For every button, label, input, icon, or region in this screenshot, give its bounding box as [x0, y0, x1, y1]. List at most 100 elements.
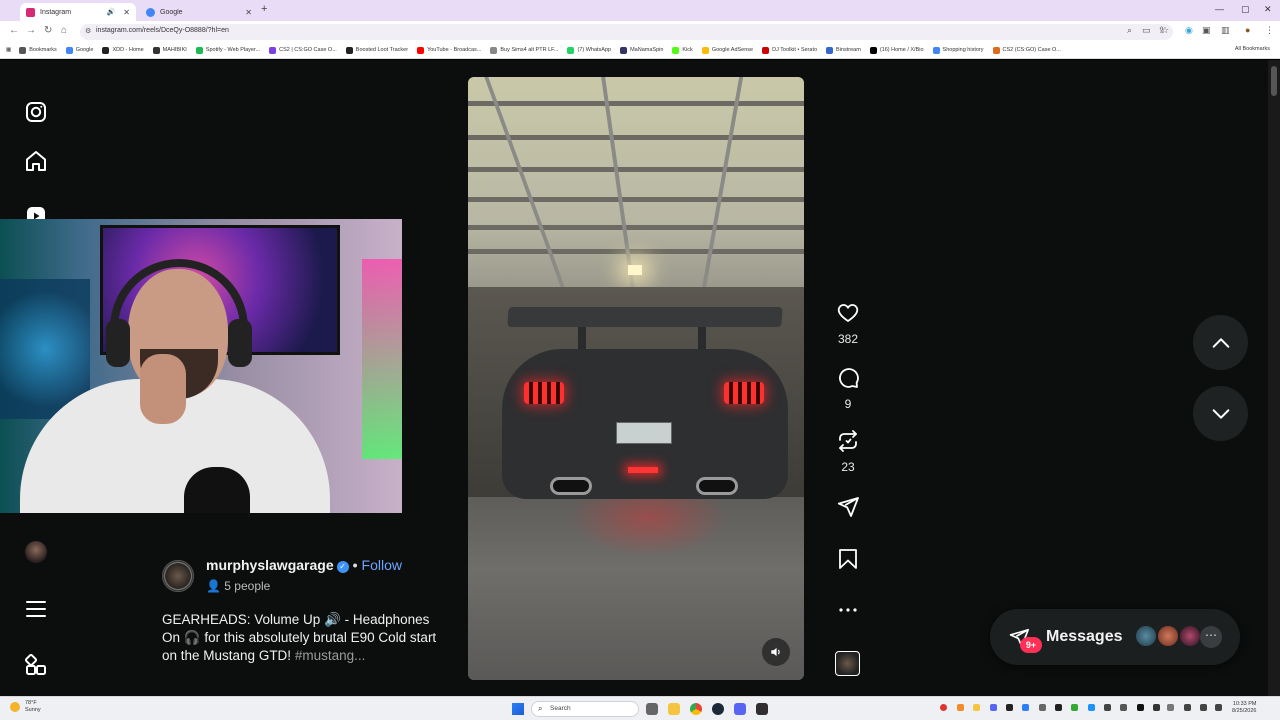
tray-app-icon[interactable] — [1104, 704, 1111, 711]
close-window-icon[interactable]: ✕ — [1264, 4, 1272, 15]
tray-app-icon[interactable] — [957, 704, 964, 711]
bookmark-item[interactable]: Buy Sims4 alt PTR LF... — [490, 46, 558, 54]
tray-app-icon[interactable] — [1039, 704, 1046, 711]
reel-author-avatar[interactable] — [162, 560, 194, 592]
next-reel-button[interactable] — [1193, 386, 1248, 441]
obs-icon[interactable] — [756, 703, 768, 715]
apps-icon[interactable]: ▦ — [6, 47, 11, 53]
file-explorer-icon[interactable] — [668, 703, 680, 715]
hashtag-link[interactable]: #mustang... — [295, 648, 366, 663]
bookmark-item[interactable]: Google — [65, 46, 93, 54]
tray-app-icon[interactable] — [1006, 704, 1013, 711]
network-icon[interactable] — [1184, 704, 1191, 711]
sidepanel-icon[interactable]: ▥ — [1221, 25, 1230, 36]
bookmark-item[interactable]: Boosted Loot Tracker — [345, 46, 408, 54]
microphone-icon[interactable] — [1167, 704, 1174, 711]
star-icon[interactable]: ☆ — [1161, 25, 1169, 36]
tray-app-icon[interactable] — [990, 704, 997, 711]
tagged-people[interactable]: 👤 5 people — [206, 579, 270, 593]
comment-button[interactable]: 9 — [835, 366, 861, 411]
bookmark-item[interactable]: MaNamaSpin — [620, 46, 663, 54]
address-bar: ← → ↻ ⌂ ⚙ instagram.com/reels/DceQy-O888… — [0, 21, 1280, 42]
tab-google[interactable]: Google ✕ — [140, 3, 258, 21]
tab-instagram[interactable]: Instagram 🔊 ✕ — [20, 3, 136, 21]
bookmark-item[interactable]: Shopping history — [932, 46, 984, 54]
tray-app-icon[interactable] — [1153, 704, 1160, 711]
weather-widget[interactable]: 78°F Sunny — [10, 700, 41, 714]
bookmark-item[interactable]: XDD - Home — [102, 46, 144, 54]
tray-app-icon[interactable] — [1137, 704, 1144, 711]
close-tab-icon[interactable]: ✕ — [123, 8, 130, 17]
url-input[interactable]: ⚙ instagram.com/reels/DceQy-O8888/?hl=en — [80, 24, 1173, 40]
tray-app-icon[interactable] — [1071, 704, 1078, 711]
volume-icon[interactable] — [1200, 704, 1207, 711]
bookmark-item[interactable]: Spotify - Web Player... — [195, 46, 260, 54]
steam-icon[interactable] — [712, 703, 724, 715]
menu-icon[interactable]: ⋮ — [1265, 25, 1274, 36]
minimize-icon[interactable]: — — [1215, 4, 1224, 14]
all-bookmarks-button[interactable]: All Bookmarks — [1235, 46, 1270, 52]
task-view-icon[interactable] — [646, 703, 658, 715]
tray-app-icon[interactable] — [973, 704, 980, 711]
also-from-meta-icon[interactable] — [24, 653, 48, 677]
tray-app-icon[interactable] — [940, 704, 947, 711]
save-button[interactable] — [835, 547, 861, 576]
follow-button[interactable]: Follow — [362, 557, 402, 573]
bookmark-item[interactable]: YouTube - Broadcas... — [417, 46, 481, 54]
bookmark-favicon-icon — [102, 46, 110, 54]
bookmark-favicon-icon — [826, 46, 834, 54]
puzzle-icon[interactable]: ▣ — [1202, 25, 1211, 36]
messages-button[interactable]: 9+ Messages ⋯ — [990, 609, 1240, 665]
windows-start-icon[interactable] — [512, 703, 524, 715]
mute-toggle[interactable] — [762, 638, 790, 666]
bookmark-item[interactable]: Kick — [672, 46, 693, 54]
tray-app-icon[interactable] — [1120, 704, 1127, 711]
tray-app-icon[interactable] — [1088, 704, 1095, 711]
discord-icon[interactable] — [734, 703, 746, 715]
more-options-button[interactable] — [835, 598, 861, 627]
reel-video[interactable] — [468, 77, 804, 680]
cast-icon[interactable]: ▭ — [1142, 25, 1151, 36]
reload-icon[interactable]: ↻ — [44, 25, 52, 36]
maximize-icon[interactable]: ▢ — [1241, 4, 1250, 15]
bookmark-item[interactable]: DJ Toolkit • Serato — [762, 46, 817, 54]
repost-button[interactable]: 23 — [835, 429, 861, 474]
profile-avatar[interactable] — [25, 541, 47, 563]
zoom-icon[interactable]: ⌕ — [1127, 25, 1132, 36]
more-menu-icon[interactable] — [24, 597, 48, 621]
tab-audio-icon[interactable]: 🔊 — [107, 8, 116, 16]
bookmark-item[interactable]: Bookmarks — [19, 46, 57, 54]
system-clock[interactable]: 10:33 PM 8/25/2026 — [1232, 701, 1256, 715]
new-tab-button[interactable]: + — [261, 3, 267, 15]
like-button[interactable]: 382 — [835, 301, 861, 346]
chrome-icon[interactable] — [690, 703, 702, 715]
site-info-icon[interactable]: ⚙ — [85, 27, 91, 35]
taskbar-search[interactable]: ⌕ Search — [531, 701, 639, 717]
tray-app-icon[interactable] — [1055, 704, 1062, 711]
bookmark-item[interactable]: Google AdSense — [701, 46, 753, 54]
close-tab-icon[interactable]: ✕ — [245, 8, 252, 17]
tray-app-icon[interactable] — [1022, 704, 1029, 711]
reel-caption[interactable]: GEARHEADS: Volume Up 🔊 - Headphones On 🎧… — [162, 611, 447, 665]
bookmark-item[interactable]: Binstream — [826, 46, 861, 54]
battery-icon[interactable] — [1215, 704, 1222, 711]
bookmark-item[interactable]: CS2 | CS:GO Case O... — [269, 46, 337, 54]
share-button[interactable] — [835, 495, 861, 524]
send-icon — [837, 497, 859, 517]
forward-icon[interactable]: → — [26, 25, 36, 36]
profile-avatar-icon[interactable]: ● — [1245, 25, 1250, 35]
page-scrollbar[interactable] — [1268, 60, 1280, 696]
previous-reel-button[interactable] — [1193, 315, 1248, 370]
bookmark-item[interactable]: CS2 (CS:GO) Case O... — [992, 46, 1061, 54]
back-icon[interactable]: ← — [9, 25, 19, 36]
home-icon[interactable]: ⌂ — [61, 25, 67, 36]
bookmark-item[interactable]: (7) WhatsApp — [567, 46, 611, 54]
home-icon[interactable] — [24, 149, 48, 173]
bookmark-favicon-icon — [762, 46, 770, 54]
bookmark-item[interactable]: (16) Home / X/Bio — [869, 46, 924, 54]
bookmark-item[interactable]: MAHIBIKI — [152, 46, 187, 54]
original-audio-thumbnail[interactable] — [835, 651, 860, 676]
extension-icon[interactable]: ◉ — [1185, 25, 1193, 36]
reel-username-link[interactable]: murphyslawgarage — [206, 557, 334, 573]
instagram-logo-icon[interactable] — [24, 100, 48, 124]
